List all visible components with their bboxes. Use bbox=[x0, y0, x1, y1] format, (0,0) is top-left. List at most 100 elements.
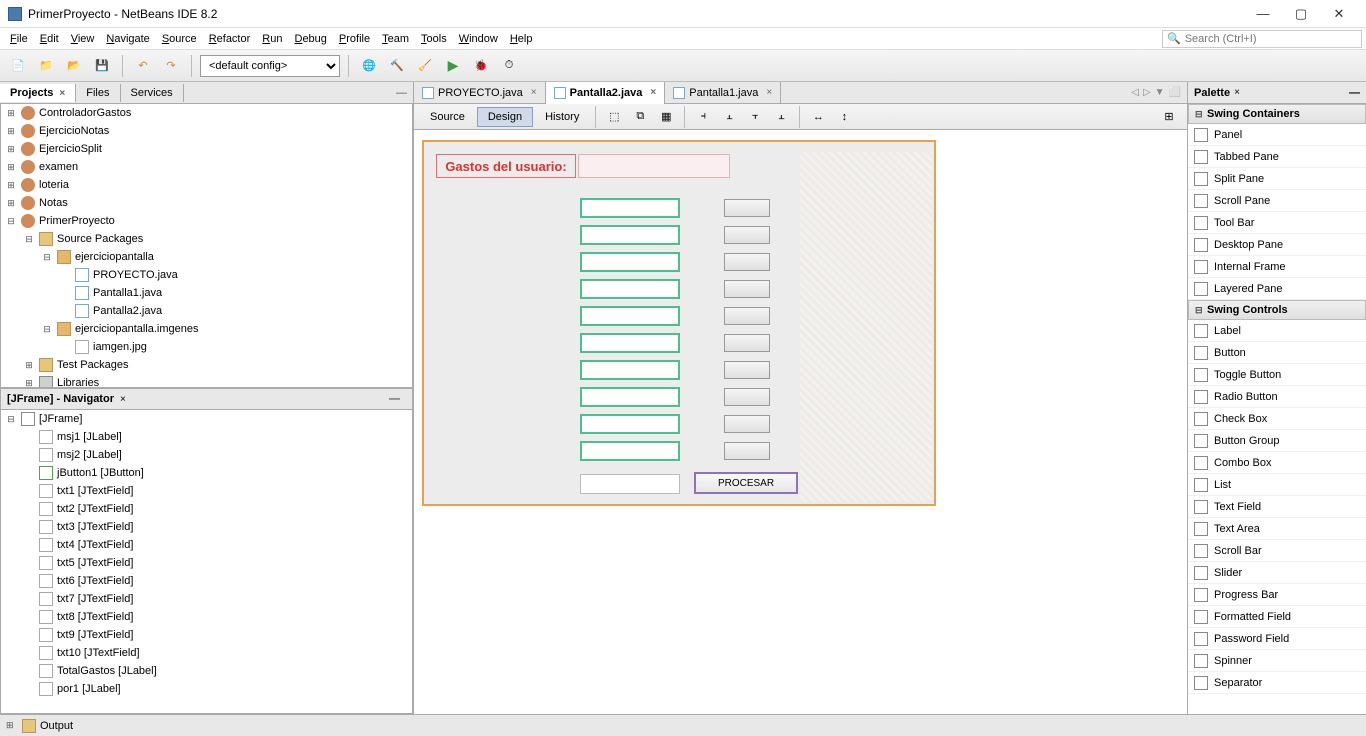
palette-item[interactable]: Separator bbox=[1188, 672, 1366, 694]
tree-row[interactable]: ⊟ejerciciopantalla.imgenes bbox=[1, 320, 412, 338]
tree-row[interactable]: txt3 [JTextField] bbox=[1, 518, 412, 536]
tree-row[interactable]: ⊟ejerciciopantalla bbox=[1, 248, 412, 266]
menu-file[interactable]: File bbox=[4, 31, 34, 47]
tree-row[interactable]: ⊟PrimerProyecto bbox=[1, 212, 412, 230]
connection-mode-icon[interactable]: ⧉ bbox=[628, 105, 652, 129]
jframe-designer[interactable]: Gastos del usuario: PROCESAR bbox=[422, 140, 936, 506]
tree-row[interactable]: Pantalla1.java bbox=[1, 284, 412, 302]
twisty-icon[interactable]: ⊞ bbox=[5, 180, 17, 191]
palette-item[interactable]: Progress Bar bbox=[1188, 584, 1366, 606]
maximize-icon[interactable]: ⬜ bbox=[1169, 87, 1181, 98]
palette-item[interactable]: Layered Pane bbox=[1188, 278, 1366, 300]
tree-row[interactable]: txt8 [JTextField] bbox=[1, 608, 412, 626]
tab-projects[interactable]: Projects× bbox=[0, 84, 76, 102]
txt-field-3[interactable] bbox=[580, 252, 680, 272]
expand-icon[interactable]: ⊞ bbox=[6, 720, 18, 731]
menu-source[interactable]: Source bbox=[156, 31, 203, 47]
tree-row[interactable]: ⊞Test Packages bbox=[1, 356, 412, 374]
palette-item[interactable]: Radio Button bbox=[1188, 386, 1366, 408]
close-icon[interactable]: × bbox=[59, 88, 65, 99]
save-all-button[interactable]: 💾 bbox=[90, 54, 114, 78]
tree-row[interactable]: txt6 [JTextField] bbox=[1, 572, 412, 590]
twisty-icon[interactable]: ⊟ bbox=[41, 252, 53, 263]
menu-debug[interactable]: Debug bbox=[288, 31, 332, 47]
row-button-7[interactable] bbox=[724, 361, 770, 379]
palette-item[interactable]: Tabbed Pane bbox=[1188, 146, 1366, 168]
txt-field-4[interactable] bbox=[580, 279, 680, 299]
tree-row[interactable]: ⊞Libraries bbox=[1, 374, 412, 388]
twisty-icon[interactable]: ⊞ bbox=[5, 108, 17, 119]
tree-row[interactable]: ⊞ControladorGastos bbox=[1, 104, 412, 122]
redo-button[interactable]: ↷ bbox=[159, 54, 183, 78]
tree-row[interactable]: ⊞EjercicioSplit bbox=[1, 140, 412, 158]
tree-row[interactable]: txt10 [JTextField] bbox=[1, 644, 412, 662]
txt-field-10[interactable] bbox=[580, 441, 680, 461]
palette-item[interactable]: Button bbox=[1188, 342, 1366, 364]
palette-list[interactable]: ⊟Swing ContainersPanelTabbed PaneSplit P… bbox=[1188, 104, 1366, 714]
collapse-icon[interactable]: ⊟ bbox=[1195, 109, 1207, 120]
tree-row[interactable]: txt2 [JTextField] bbox=[1, 500, 412, 518]
palette-item[interactable]: Tool Bar bbox=[1188, 212, 1366, 234]
txt-field-6[interactable] bbox=[580, 333, 680, 353]
tree-row[interactable]: ⊞Notas bbox=[1, 194, 412, 212]
row-button-9[interactable] bbox=[724, 415, 770, 433]
menu-team[interactable]: Team bbox=[376, 31, 415, 47]
view-design[interactable]: Design bbox=[477, 107, 533, 127]
open-button[interactable]: 📂 bbox=[62, 54, 86, 78]
selection-mode-icon[interactable]: ⬚ bbox=[602, 105, 626, 129]
palette-item[interactable]: Check Box bbox=[1188, 408, 1366, 430]
navigator-tree[interactable]: ⊟[JFrame]msj1 [JLabel]msj2 [JLabel]jButt… bbox=[0, 410, 413, 714]
tree-row[interactable]: PROYECTO.java bbox=[1, 266, 412, 284]
palette-item[interactable]: Desktop Pane bbox=[1188, 234, 1366, 256]
align-right-icon[interactable]: ⫠ bbox=[717, 105, 741, 129]
maximize-button[interactable]: ▢ bbox=[1282, 0, 1320, 28]
align-left-icon[interactable]: ⫞ bbox=[691, 105, 715, 129]
editor-tab[interactable]: Pantalla2.java× bbox=[546, 82, 666, 104]
gastos-label[interactable]: Gastos del usuario: bbox=[436, 154, 576, 178]
top-textfield[interactable] bbox=[578, 154, 730, 178]
clean-build-button[interactable]: 🧹 bbox=[413, 54, 437, 78]
row-button-3[interactable] bbox=[724, 253, 770, 271]
menu-refactor[interactable]: Refactor bbox=[203, 31, 257, 47]
palette-item[interactable]: Scroll Pane bbox=[1188, 190, 1366, 212]
txt-field-1[interactable] bbox=[580, 198, 680, 218]
tree-row[interactable]: Pantalla2.java bbox=[1, 302, 412, 320]
minimize-icon[interactable]: — bbox=[1349, 87, 1360, 99]
new-project-button[interactable]: 📁 bbox=[34, 54, 58, 78]
editor-tab[interactable]: PROYECTO.java× bbox=[414, 82, 546, 104]
row-button-6[interactable] bbox=[724, 334, 770, 352]
profile-button[interactable]: ⏱ bbox=[497, 54, 521, 78]
txt-field-2[interactable] bbox=[580, 225, 680, 245]
tree-row[interactable]: txt5 [JTextField] bbox=[1, 554, 412, 572]
palette-item[interactable]: Split Pane bbox=[1188, 168, 1366, 190]
row-button-2[interactable] bbox=[724, 226, 770, 244]
tab-services[interactable]: Services bbox=[121, 84, 184, 102]
twisty-icon[interactable]: ⊞ bbox=[23, 378, 35, 389]
palette-item[interactable]: Combo Box bbox=[1188, 452, 1366, 474]
tab-files[interactable]: Files bbox=[76, 84, 120, 102]
twisty-icon[interactable]: ⊟ bbox=[23, 234, 35, 245]
project-tree[interactable]: ⊞ControladorGastos⊞EjercicioNotas⊞Ejerci… bbox=[0, 104, 413, 388]
palette-section[interactable]: ⊟Swing Containers bbox=[1188, 104, 1366, 124]
tree-row[interactable]: txt4 [JTextField] bbox=[1, 536, 412, 554]
palette-item[interactable]: Text Area bbox=[1188, 518, 1366, 540]
palette-item[interactable]: Label bbox=[1188, 320, 1366, 342]
config-select[interactable]: <default config> bbox=[200, 55, 340, 77]
build-button[interactable]: 🌐 bbox=[357, 54, 381, 78]
collapse-icon[interactable]: ⊟ bbox=[1195, 305, 1207, 316]
close-button[interactable]: ✕ bbox=[1320, 0, 1358, 28]
view-history[interactable]: History bbox=[535, 108, 589, 126]
palette-item[interactable]: Internal Frame bbox=[1188, 256, 1366, 278]
total-field[interactable] bbox=[580, 474, 680, 494]
palette-item[interactable]: Spinner bbox=[1188, 650, 1366, 672]
tree-row[interactable]: msj2 [JLabel] bbox=[1, 446, 412, 464]
close-icon[interactable]: × bbox=[1234, 87, 1240, 98]
procesar-button[interactable]: PROCESAR bbox=[694, 472, 798, 494]
palette-item[interactable]: Formatted Field bbox=[1188, 606, 1366, 628]
tree-row[interactable]: txt7 [JTextField] bbox=[1, 590, 412, 608]
preview-icon[interactable]: ▦ bbox=[654, 105, 678, 129]
txt-field-7[interactable] bbox=[580, 360, 680, 380]
dropdown-icon[interactable]: ▼ bbox=[1155, 87, 1165, 98]
twisty-icon[interactable]: ⊟ bbox=[5, 216, 17, 227]
twisty-icon[interactable]: ⊞ bbox=[5, 144, 17, 155]
